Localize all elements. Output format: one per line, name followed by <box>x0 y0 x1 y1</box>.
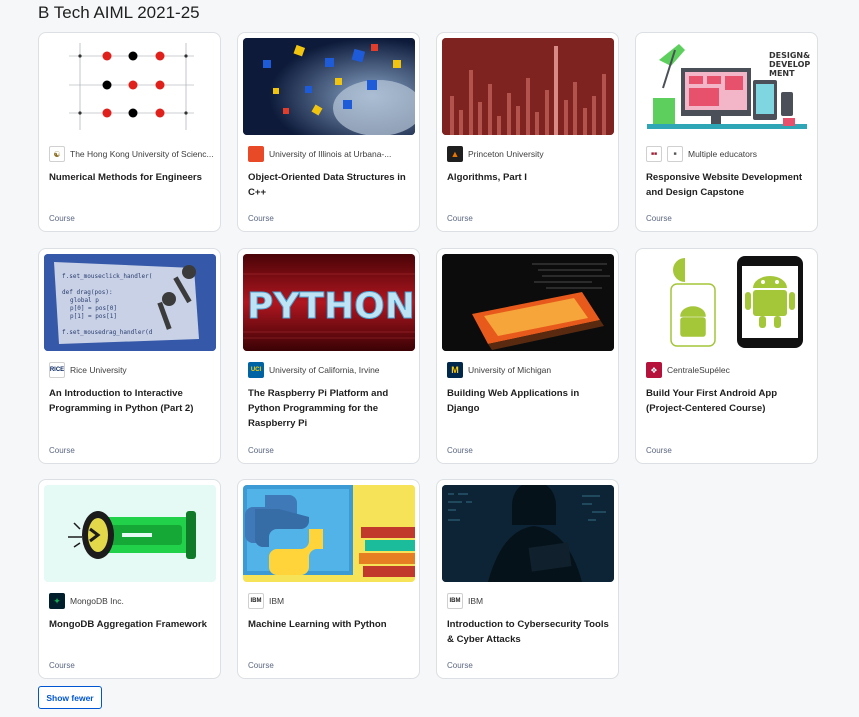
partner-row: ☯ The Hong Kong University of Scienc... <box>49 146 214 162</box>
partner-name: Rice University <box>70 365 127 375</box>
product-type: Course <box>646 214 672 223</box>
partner-name: MongoDB Inc. <box>70 596 124 606</box>
course-card[interactable]: f.set_mouseclick_handler( def drag(pos):… <box>38 248 221 464</box>
university-logo-icon: IBM <box>447 593 463 609</box>
partner-row: ✦ MongoDB Inc. <box>49 593 214 609</box>
thumbnail-code-line: f.set_mouseclick_handler( <box>62 273 152 280</box>
university-logo-icon: ✦ <box>49 593 65 609</box>
course-thumbnail <box>442 38 614 135</box>
university-logo-icon: ❖ <box>646 362 662 378</box>
course-card[interactable]: PYTHON UCI University of California, Irv… <box>237 248 420 464</box>
course-thumbnail <box>442 254 614 351</box>
partner-name: IBM <box>269 596 285 606</box>
thumbnail-code-line: f.set_mousedrag_handler(d <box>62 329 153 336</box>
product-type: Course <box>49 446 75 455</box>
product-type: Course <box>49 214 75 223</box>
university-logo-icon: ☯ <box>49 146 65 162</box>
product-type: Course <box>447 661 473 670</box>
course-title: Object-Oriented Data Structures in C++ <box>248 172 406 198</box>
course-thumbnail <box>44 485 216 582</box>
partner-name: CentraleSupélec <box>667 365 730 375</box>
course-title: Building Web Applications in Django <box>447 388 580 414</box>
course-title: Algorithms, Part I <box>447 172 527 183</box>
university-logo-icon: UCI <box>248 362 264 378</box>
university-logo-icon: M <box>447 362 463 378</box>
partner-name: University of California, Irvine <box>269 365 380 375</box>
course-thumbnail <box>243 38 415 135</box>
course-card[interactable]: IBM IBM Machine Learning with Python Cou… <box>237 479 420 679</box>
course-card[interactable]: DESIGN& DEVELOP MENT ■■ ■ Multiple educa… <box>635 32 818 232</box>
show-fewer-button[interactable]: Show fewer <box>38 686 102 709</box>
partner-name: Princeton University <box>468 149 544 159</box>
page-title: B Tech AIML 2021-25 <box>38 3 200 22</box>
course-card[interactable]: ✦ MongoDB Inc. MongoDB Aggregation Frame… <box>38 479 221 679</box>
partner-name: Multiple educators <box>688 149 757 159</box>
thumbnail-code-line: def drag(pos): <box>62 289 113 296</box>
product-type: Course <box>646 446 672 455</box>
university-logo-icon: IBM <box>248 593 264 609</box>
course-card[interactable]: IBM IBM Introduction to Cybersecurity To… <box>436 479 619 679</box>
course-title: Responsive Website Development and Desig… <box>646 172 803 198</box>
partner-name: IBM <box>468 596 484 606</box>
partner-row: ▲ Princeton University <box>447 146 612 162</box>
course-thumbnail <box>243 485 415 582</box>
thumbnail-code-line: p[0] = pos[0] <box>70 305 117 312</box>
university-logo-icon <box>248 146 264 162</box>
university-logo-icon: ■■ <box>646 146 662 162</box>
partner-row: M University of Michigan <box>447 362 612 378</box>
university-logo-icon: RICE <box>49 362 65 378</box>
course-card[interactable]: ☯ The Hong Kong University of Scienc... … <box>38 32 221 232</box>
partner-row: ❖ CentraleSupélec <box>646 362 811 378</box>
partner-name: University of Illinois at Urbana-... <box>269 149 392 159</box>
partner-row: ■■ ■ Multiple educators <box>646 146 811 162</box>
course-card[interactable]: ❖ CentraleSupélec Build Your First Andro… <box>635 248 818 464</box>
partner-row: RICE Rice University <box>49 362 214 378</box>
course-title: The Raspberry Pi Platform and Python Pro… <box>248 388 389 429</box>
partner-row: University of Illinois at Urbana-... <box>248 146 413 162</box>
product-type: Course <box>248 214 274 223</box>
course-thumbnail <box>641 254 813 351</box>
product-type: Course <box>49 661 75 670</box>
thumbnail-python-text: PYTHON <box>247 286 415 327</box>
svg-text:DEVELOP: DEVELOP <box>769 60 810 69</box>
course-title: Build Your First Android App (Project-Ce… <box>646 388 778 414</box>
course-title: Machine Learning with Python <box>248 619 387 630</box>
svg-text:MENT: MENT <box>769 69 795 78</box>
product-type: Course <box>248 661 274 670</box>
course-thumbnail <box>44 38 216 135</box>
product-type: Course <box>248 446 274 455</box>
partner-row: UCI University of California, Irvine <box>248 362 413 378</box>
collection-page: B Tech AIML 2021-25 ☯ The Hong Kong Univ… <box>0 0 859 717</box>
university-logo-icon: ▲ <box>447 146 463 162</box>
course-card[interactable]: University of Illinois at Urbana-... Obj… <box>237 32 420 232</box>
thumbnail-art-text: DESIGN& <box>769 51 810 60</box>
course-title: MongoDB Aggregation Framework <box>49 619 207 630</box>
product-type: Course <box>447 214 473 223</box>
course-thumbnail <box>442 485 614 582</box>
thumbnail-code-line: p[1] = pos[1] <box>70 313 117 320</box>
course-title: An Introduction to Interactive Programmi… <box>49 388 194 414</box>
thumbnail-code-line: global p <box>70 297 99 304</box>
partner-row: IBM IBM <box>447 593 612 609</box>
course-card[interactable]: ▲ Princeton University Algorithms, Part … <box>436 32 619 232</box>
partner-row: IBM IBM <box>248 593 413 609</box>
partner-name: The Hong Kong University of Scienc... <box>70 149 214 159</box>
university-logo-icon: ■ <box>667 146 683 162</box>
course-title: Introduction to Cybersecurity Tools & Cy… <box>447 619 609 645</box>
course-card[interactable]: M University of Michigan Building Web Ap… <box>436 248 619 464</box>
course-thumbnail: DESIGN& DEVELOP MENT <box>641 38 813 135</box>
course-title: Numerical Methods for Engineers <box>49 172 202 183</box>
product-type: Course <box>447 446 473 455</box>
course-thumbnail: f.set_mouseclick_handler( def drag(pos):… <box>44 254 216 351</box>
course-thumbnail: PYTHON <box>243 254 415 351</box>
partner-name: University of Michigan <box>468 365 552 375</box>
